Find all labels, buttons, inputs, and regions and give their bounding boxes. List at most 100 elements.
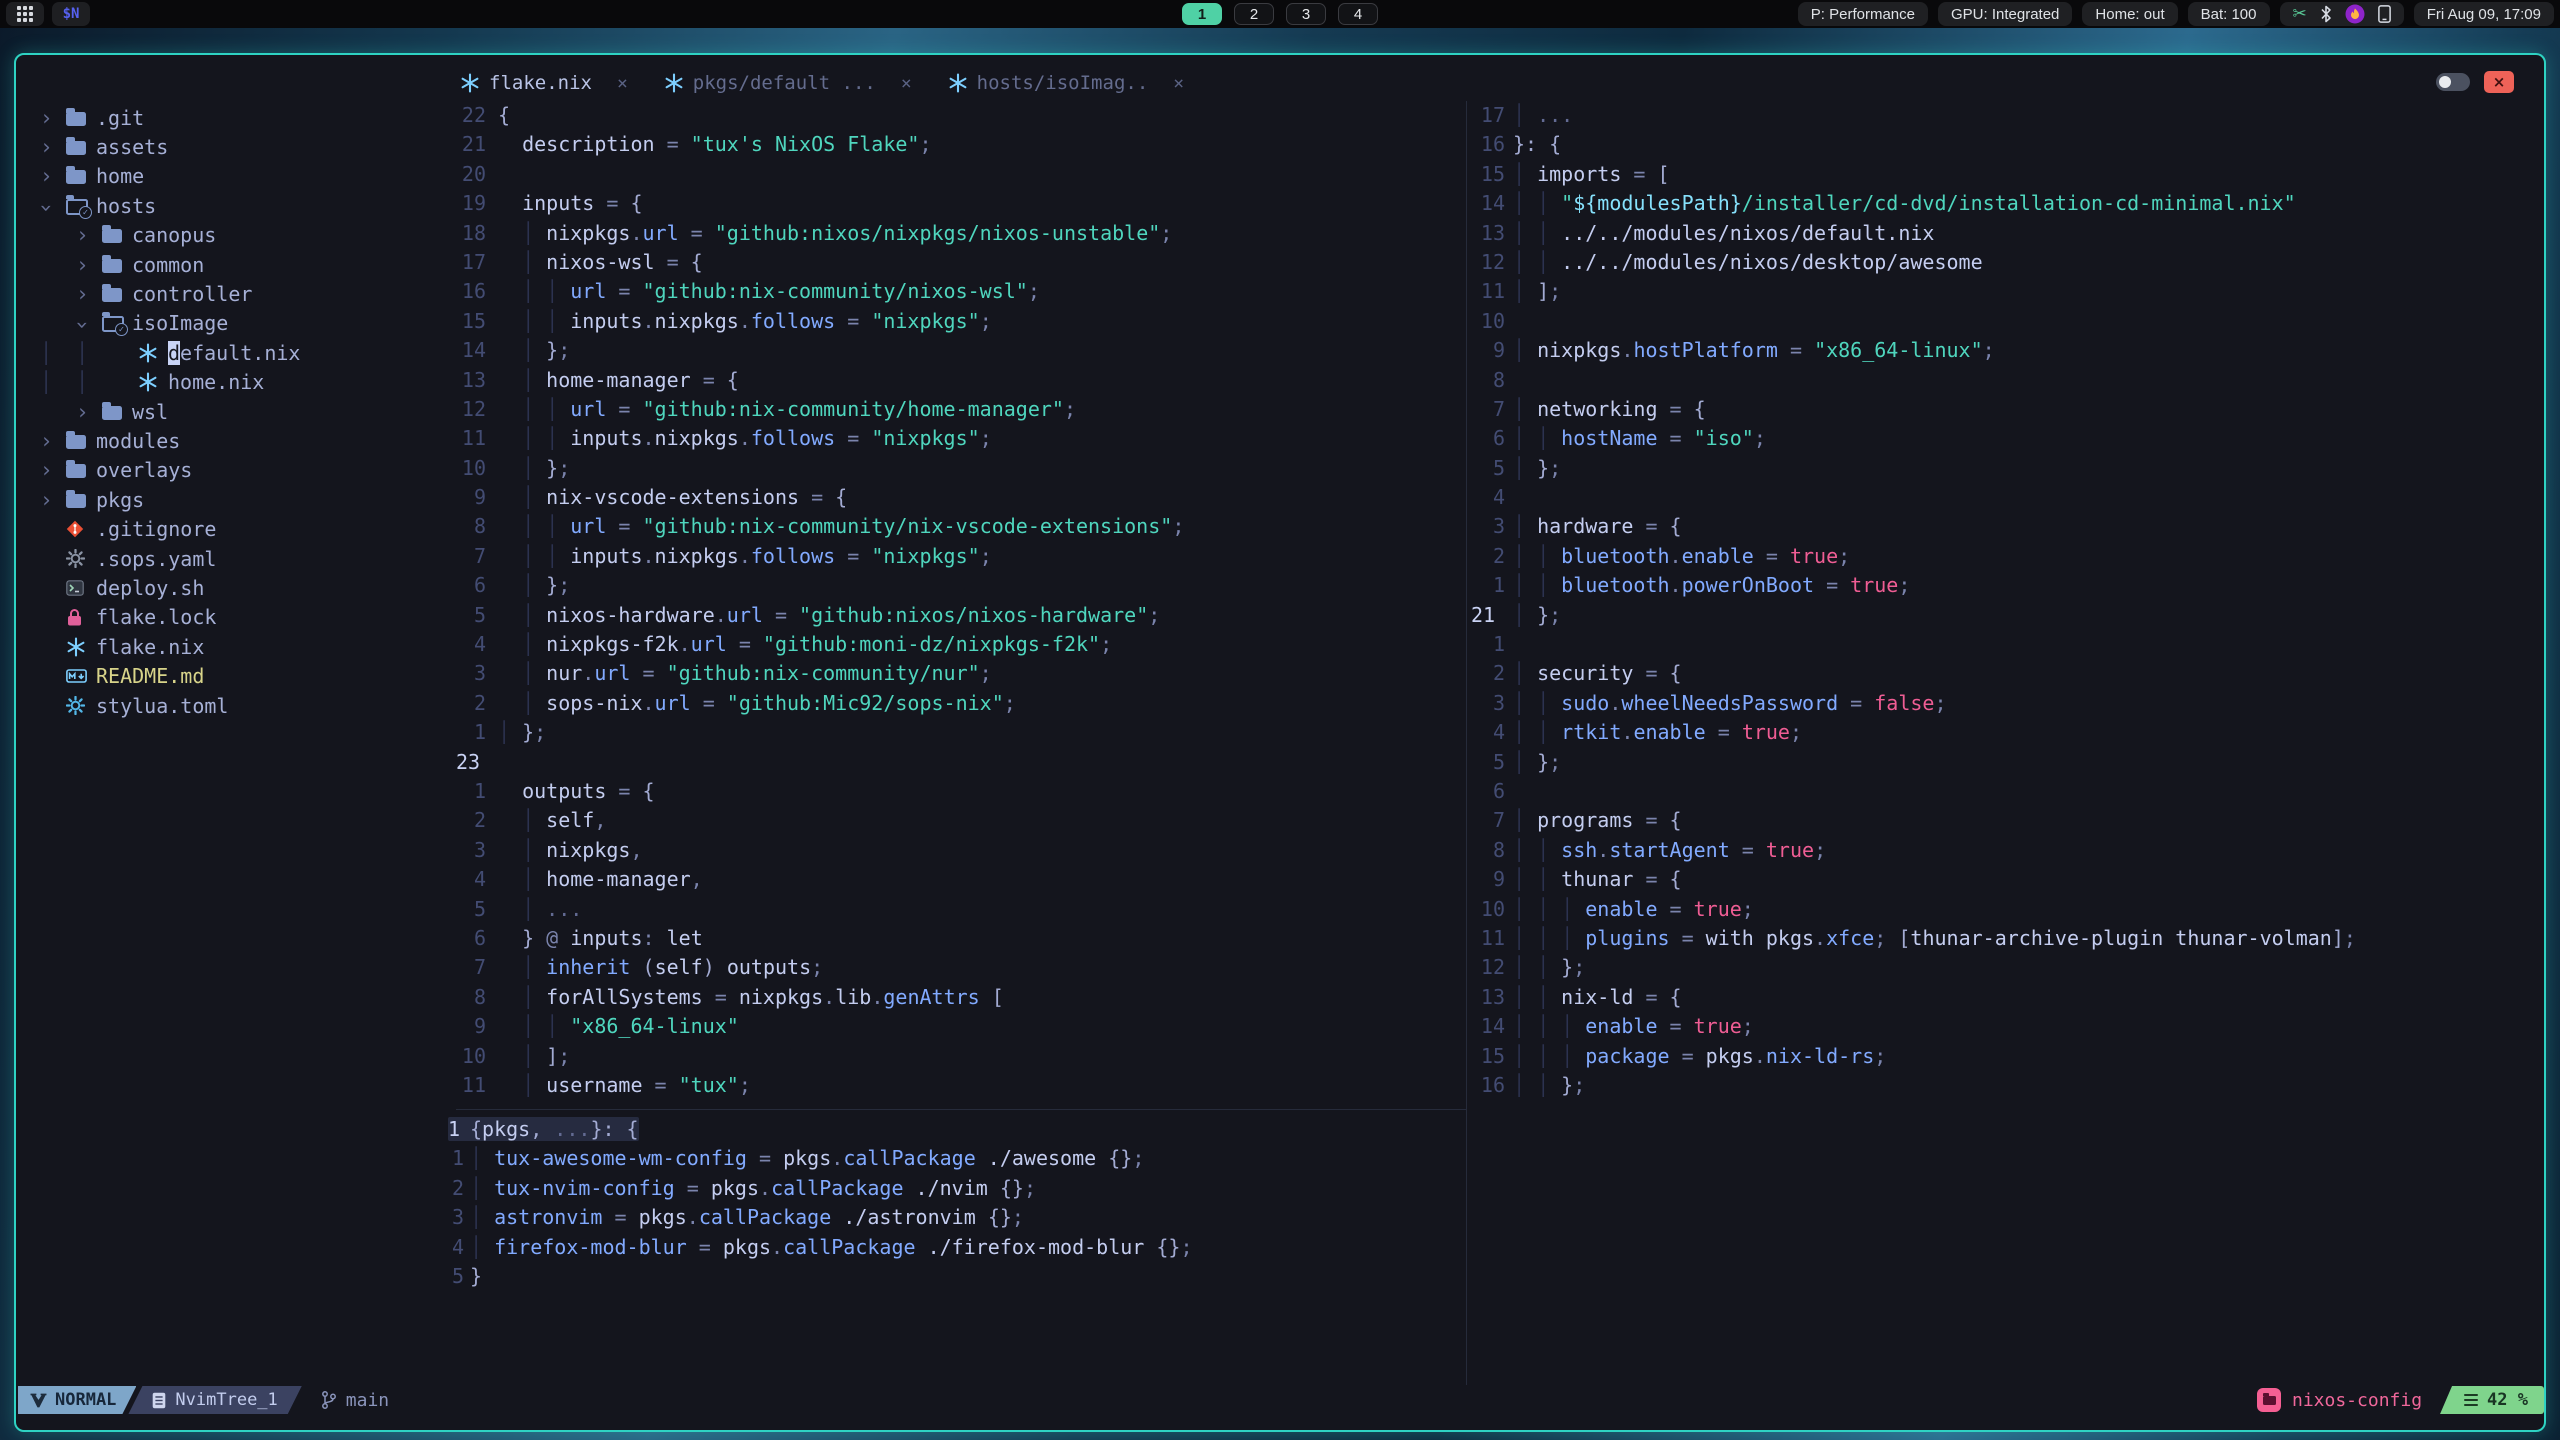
tree-item-overlays[interactable]: › overlays [40,456,452,485]
tree-item-controller[interactable]: › controller [40,279,452,308]
line-number: 20 [461,161,486,186]
tree-item-home[interactable]: › home [40,162,452,191]
window-close-button[interactable]: × [2484,71,2514,93]
editor-hosts-isoimage[interactable]: 17 │ ... 16}: {15 │ imports = [14 │ │ "${mod… [1471,103,2540,1102]
line-number: 13 [1480,984,1505,1009]
workspaces: 1234 [1182,3,1378,25]
code-line: 14 │ │ "${modulesPath}/installer/cd-dvd/i… [1471,191,2540,220]
tab-flake.nix[interactable]: flake.nix × [460,72,628,94]
chevron-right-icon: › [76,399,89,424]
line-number: 7 [473,955,486,980]
git-file-icon [66,520,84,538]
code-line: 23 [456,750,1464,779]
tree-item-label: README.md [96,664,205,689]
screenshot-scissors-icon[interactable]: ✂ [2293,4,2307,24]
line-number: 9 [473,1014,486,1039]
tab-close-icon[interactable]: × [617,73,628,94]
line-number: 2 [473,808,486,833]
line-number: 5 [473,896,486,921]
code-line: 4 │ firefox-mod-blur = pkgs.callPackage .… [448,1235,1464,1264]
tab-pkgs-default-...[interactable]: pkgs/default ... × [664,72,912,94]
tree-item-flake.nix[interactable]: flake.nix [40,632,452,661]
tree-item-.git[interactable]: › .git [40,103,452,132]
term-file-icon [66,580,84,596]
tree-item-assets[interactable]: › assets [40,132,452,161]
tree-item-default.nix[interactable]: │ │ default.nix [40,338,452,367]
lock-file-icon [66,608,83,627]
code-line: 5 │ ... [456,897,1464,926]
line-number: 3 [1492,690,1505,715]
tab-nix-icon [948,73,968,93]
workspace-1[interactable]: 1 [1182,3,1222,25]
code-line: 15 │ imports = [ [1471,162,2540,191]
window-toggle-button[interactable] [2436,73,2470,91]
code-line: 9 │ nixpkgs.hostPlatform = "x86_64-linux"… [1471,338,2540,367]
code-line: 13 │ │ ../../modules/nixos/default.nix [1471,221,2540,250]
tree-item-canopus[interactable]: › canopus [40,221,452,250]
mode-label: NORMAL [55,1390,117,1410]
tree-item-hosts[interactable]: › hosts [34,191,452,220]
tab-hosts-isoImag..[interactable]: hosts/isoImag.. × [948,72,1184,94]
tree-item-label: hosts [96,193,157,218]
line-number: 16 [461,279,486,304]
line-number: 1 [473,720,486,745]
app-launcher-button[interactable] [6,2,44,26]
tab-close-icon[interactable]: × [901,73,912,94]
workspace-4[interactable]: 4 [1338,3,1378,25]
tree-item-.gitignore[interactable]: .gitignore [40,514,452,543]
flame-app-icon[interactable] [2345,4,2365,24]
code-line: 2 │ sops-nix.url = "github:Mic92/sops-ni… [456,691,1464,720]
horizontal-split-separator[interactable] [456,1109,1466,1110]
tree-item-deploy.sh[interactable]: deploy.sh [40,573,452,602]
tree-item-isoImage[interactable]: › isoImage [40,309,452,338]
chevron-down-icon: › [70,319,95,332]
md-file-icon [66,667,87,685]
code-line: 8 │ │ url = "github:nix-community/nix-vs… [456,514,1464,543]
code-line: 15 │ │ │ package = pkgs.nix-ld-rs; [1471,1044,2540,1073]
folder-icon [102,254,122,273]
tree-item-pkgs[interactable]: › pkgs [40,485,452,514]
line-number: 4 [473,867,486,892]
code-line: 14 │ │ │ enable = true; [1471,1014,2540,1043]
code-line: 13 │ home-manager = { [456,368,1464,397]
workspace-2[interactable]: 2 [1234,3,1274,25]
code-line: 7 │ │ inputs.nixpkgs.follows = "nixpkgs"… [456,544,1464,573]
workspace-3[interactable]: 3 [1286,3,1326,25]
tab-bar: flake.nix × pkgs/default ... × hosts/isoImag… [16,65,2544,101]
tree-item-README.md[interactable]: README.md [40,661,452,690]
line-number: 21 [461,132,486,157]
tree-item-common[interactable]: › common [40,250,452,279]
editor-pkgs-default[interactable]: 1 {pkgs, ...}: {1 │ tux-awesome-wm-config … [448,1117,1464,1293]
tree-item-wsl[interactable]: › wsl [40,397,452,426]
line-number: 14 [1480,1014,1505,1039]
tree-item-.sops.yaml[interactable]: .sops.yaml [40,544,452,573]
tree-item-modules[interactable]: › modules [40,426,452,455]
tree-item-label: flake.lock [96,605,217,630]
line-number: 10 [1480,896,1505,921]
code-line: 2 │ │ bluetooth.enable = true; [1471,544,2540,573]
tree-item-stylua.toml[interactable]: stylua.toml [40,691,452,720]
line-number: 3 [473,837,486,862]
system-tray: ✂ [2279,2,2404,26]
mode-segment: NORMAL [18,1386,136,1414]
code-line: 19 inputs = { [456,191,1464,220]
code-line: 8 │ │ ssh.startAgent = true; [1471,838,2540,867]
folder-icon [66,137,86,156]
code-line: 3 │ hardware = { [1471,514,2540,543]
phone-icon[interactable] [2377,5,2391,23]
code-line: 1 │ tux-awesome-wm-config = pkgs.callPack… [448,1146,1464,1175]
line-number: 6 [1492,778,1505,803]
tab-close-icon[interactable]: × [1173,73,1184,94]
vertical-split-separator[interactable] [1466,101,1467,1385]
code-line: 3 │ astronvim = pkgs.callPackage ./astron… [448,1205,1464,1234]
nix-logo-button[interactable]: $N [52,2,90,26]
editor-flake-nix[interactable]: 22{21 description = "tux's NixOS Flake";… [456,103,1464,1102]
tab-nix-icon [664,73,684,93]
tree-item-home.nix[interactable]: │ │ home.nix [40,368,452,397]
bluetooth-icon[interactable] [2320,5,2332,23]
file-tree[interactable]: › .git › assets › home › hosts › canopus › common… [34,103,452,720]
code-line: 7 │ inherit (self) outputs; [456,955,1464,984]
tree-item-flake.lock[interactable]: flake.lock [40,603,452,632]
gear-file-icon [66,549,85,569]
tab-nix-icon [460,73,480,93]
